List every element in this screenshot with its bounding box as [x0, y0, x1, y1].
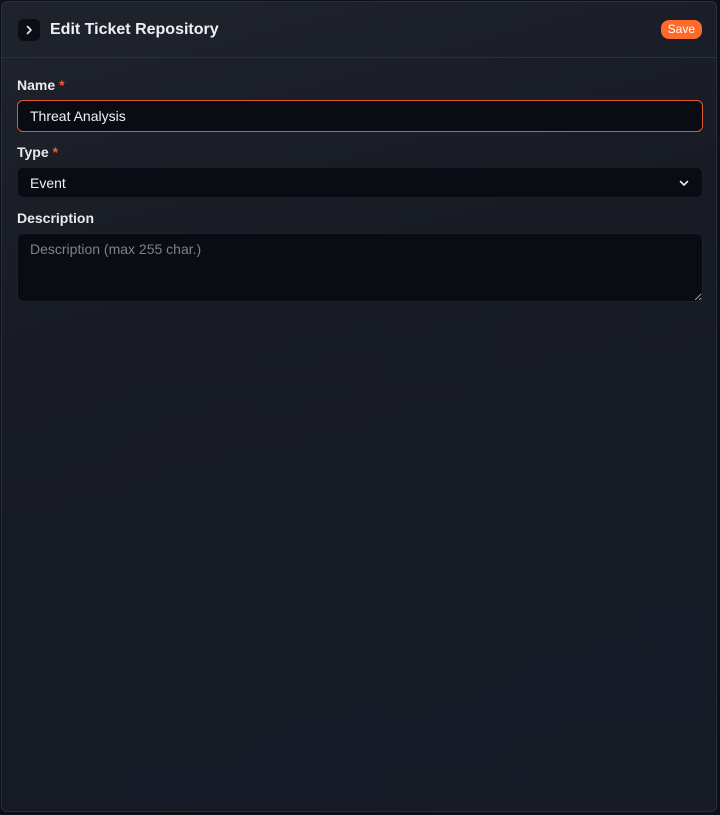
repository-form: Name * Type * Event Description — [2, 75, 716, 302]
panel-header: Edit Ticket Repository Save — [2, 2, 716, 58]
type-select[interactable]: Event — [17, 167, 703, 198]
save-button[interactable]: Save — [660, 20, 702, 39]
page-title: Edit Ticket Repository — [50, 20, 219, 38]
name-label-text: Name — [17, 77, 56, 93]
collapse-panel-button[interactable] — [18, 18, 40, 41]
description-label: Description — [17, 208, 702, 228]
chevron-right-icon — [26, 25, 32, 34]
description-textarea[interactable] — [17, 233, 703, 302]
edit-ticket-repository-panel: Edit Ticket Repository Save Name * Type … — [1, 1, 717, 812]
name-input[interactable] — [17, 100, 703, 132]
type-selected-value: Event — [30, 174, 66, 191]
name-required-mark: * — [59, 77, 65, 93]
type-label: Type * — [17, 142, 702, 162]
description-label-text: Description — [17, 210, 95, 226]
type-label-text: Type — [17, 144, 49, 160]
type-required-mark: * — [52, 144, 59, 160]
chevron-down-icon — [679, 180, 689, 186]
name-label: Name * — [17, 75, 702, 95]
